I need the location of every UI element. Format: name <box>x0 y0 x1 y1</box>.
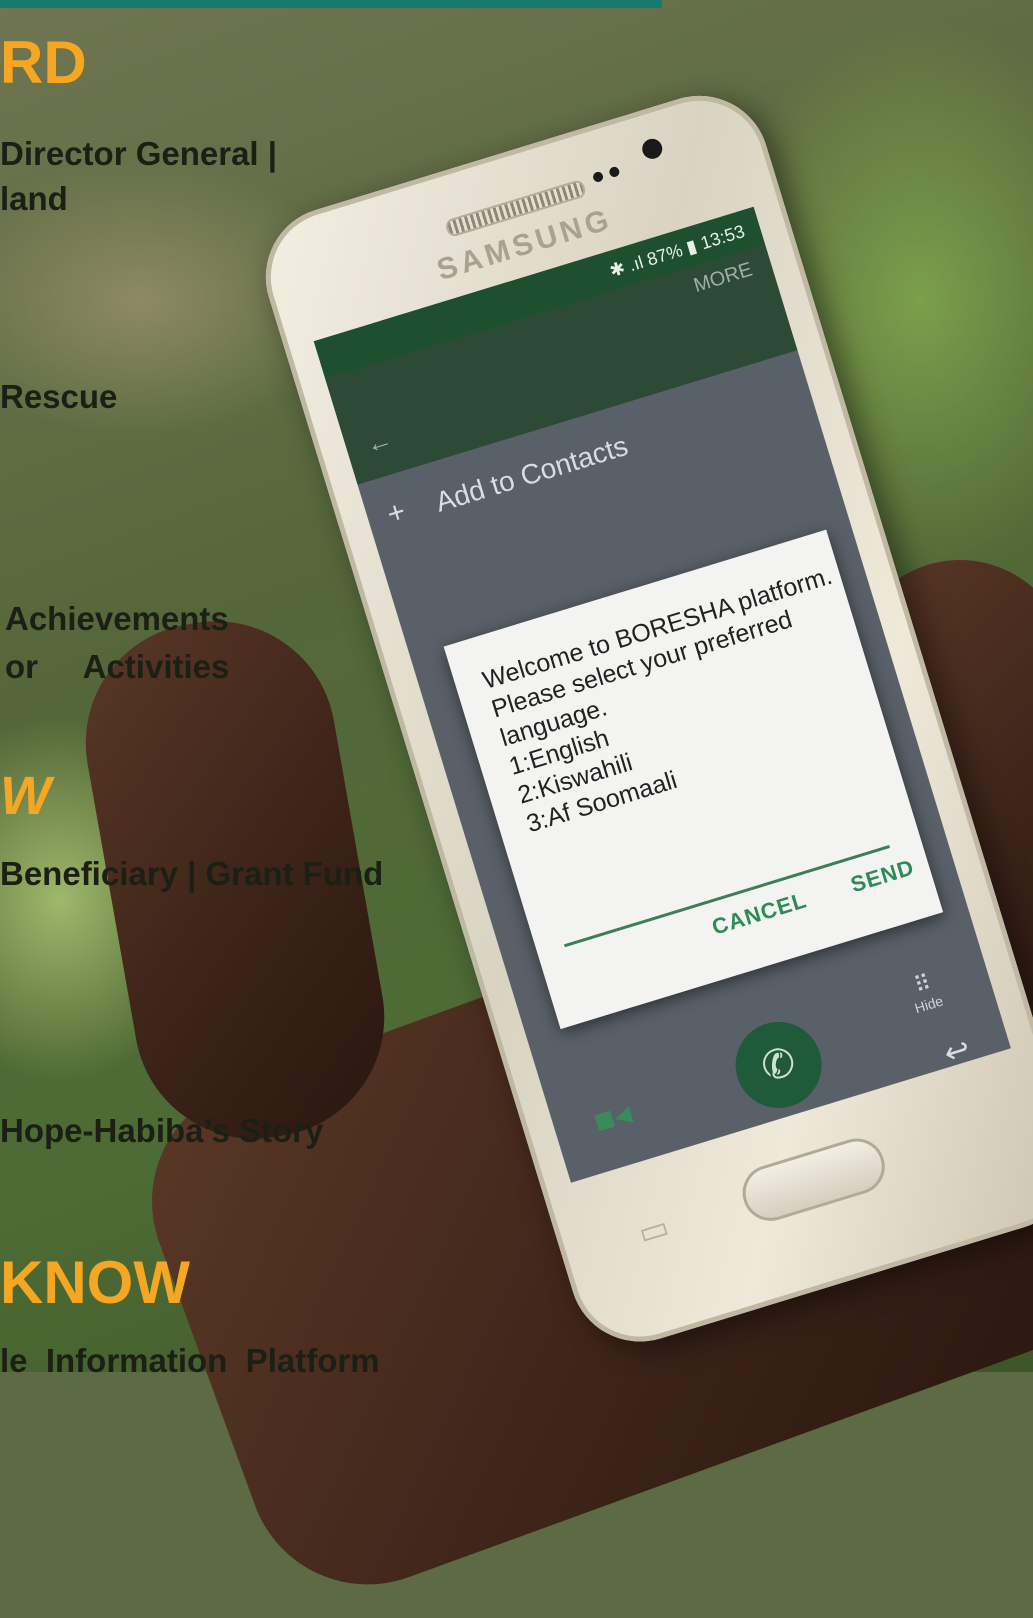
more-button[interactable]: MORE <box>691 258 755 298</box>
slide-top-bar <box>0 0 662 8</box>
front-camera <box>639 136 665 162</box>
sensor-dot <box>608 165 621 179</box>
call-button[interactable]: ✆ <box>724 1011 833 1119</box>
video-call-icon[interactable]: ■◂ <box>589 1093 637 1142</box>
back-arrow-icon[interactable]: ← <box>362 423 396 460</box>
hide-keypad-button[interactable]: ⠿ Hide <box>905 968 945 1016</box>
send-button[interactable]: SEND <box>848 854 918 898</box>
recent-apps-icon[interactable]: ▭ <box>633 1207 673 1252</box>
plus-icon: + <box>383 494 410 532</box>
phone-icon: ✆ <box>756 1039 802 1091</box>
status-time: 13:53 <box>698 220 748 254</box>
sensor-dot <box>591 170 605 184</box>
system-back-icon[interactable]: ↩ <box>940 1031 974 1072</box>
dialog-message: Welcome to BORESHA platform. Please sele… <box>479 562 866 839</box>
battery-icon: ▮ <box>683 235 700 258</box>
home-button[interactable] <box>735 1131 892 1228</box>
